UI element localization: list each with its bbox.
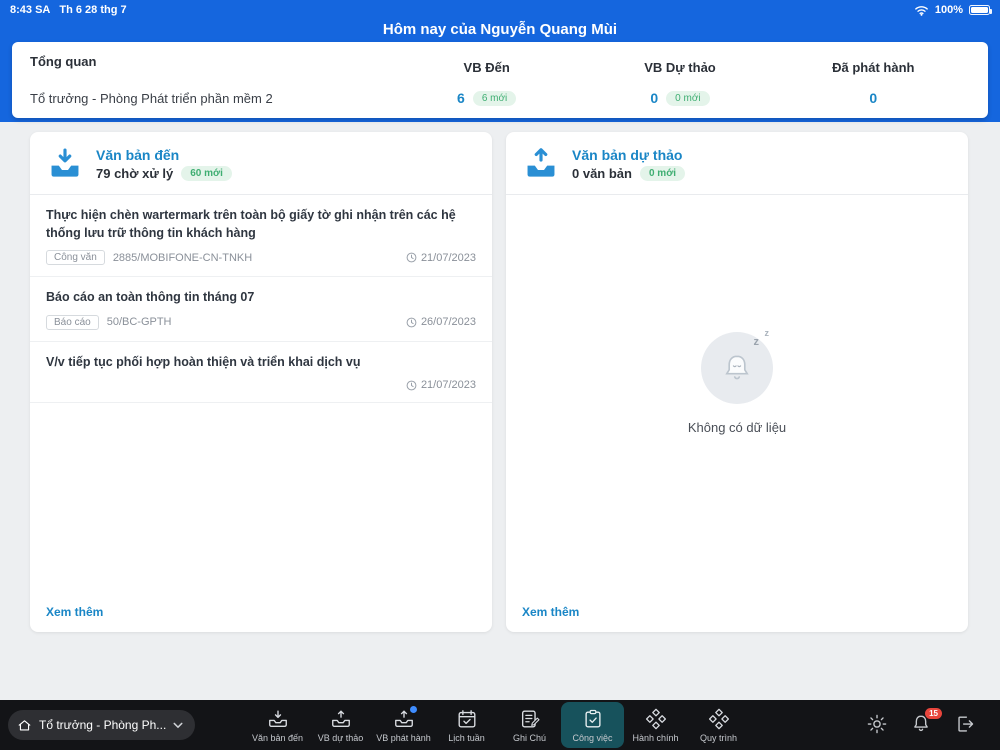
document-type-badge: Báo cáo (46, 314, 99, 330)
nav-label: Lịch tuần (448, 732, 485, 743)
document-title: Báo cáo an toàn thông tin tháng 07 (46, 290, 255, 304)
nav-label: Hành chính (632, 732, 679, 743)
nav-label: VB dự thảo (317, 732, 364, 743)
overview-card: Tổng quan Tổ trưởng - Phòng Phát triển p… (12, 42, 988, 118)
chevron-down-icon (173, 722, 183, 729)
document-title: V/v tiếp tục phối hợp hoàn thiện và triể… (46, 354, 361, 369)
nav-item-hanh-chinh[interactable]: Hành chính (624, 702, 687, 748)
stat-vb-du-thao: VB Dự thảo 0 0 mới (583, 54, 776, 106)
modules-diamonds-icon (645, 708, 667, 730)
notification-count-badge: 15 (925, 708, 942, 719)
role-selector-label: Tổ trưởng - Phòng Ph... (39, 718, 167, 732)
role-selector-dropdown[interactable]: Tổ trưởng - Phòng Ph... (8, 710, 196, 740)
overview-title: Tổng quan (30, 54, 97, 69)
pending-count: 79 chờ xử lý (96, 166, 174, 181)
clock-icon (406, 252, 417, 263)
notification-dot (409, 705, 417, 713)
status-date: Th 6 28 thg 7 (59, 4, 127, 16)
home-icon (17, 718, 32, 733)
logout-icon[interactable] (954, 713, 978, 737)
nav-item-cong-viec[interactable]: Công việc (561, 702, 624, 748)
document-ref: 2885/MOBIFONE-CN-TNKH (112, 251, 253, 264)
document-date: 26/07/2023 (420, 316, 476, 328)
app-screen: 8:43 SA Th 6 28 thg 7 100% Hôm nay của N… (0, 0, 1000, 750)
settings-gear-icon[interactable] (866, 713, 890, 737)
nav-item-quy-trinh[interactable]: Quy trình (687, 702, 750, 748)
document-row[interactable]: Thực hiện chèn wartermark trên toàn bộ g… (30, 195, 492, 277)
status-bar: 8:43 SA Th 6 28 thg 7 100% (0, 0, 1000, 20)
wifi-icon (914, 5, 929, 16)
workflow-diamonds-icon (708, 708, 730, 730)
empty-state-text: Không có dữ liệu (687, 420, 787, 435)
nav-label: VB phát hành (376, 732, 431, 743)
card-title: Văn bản đến (96, 147, 180, 163)
document-row[interactable]: V/v tiếp tục phối hợp hoàn thiện và triể… (30, 342, 492, 403)
battery-percent: 100% (934, 4, 963, 16)
bottom-navigation: Tổ trưởng - Phòng Ph... Văn bản đến VB d… (0, 700, 1000, 750)
page-title: Hôm nay của Nguyễn Quang Mùi (382, 21, 618, 38)
battery-icon (969, 5, 992, 15)
stat-label: Đã phát hành (832, 60, 915, 75)
notifications-bell-icon[interactable]: 15 (910, 708, 942, 737)
stat-da-phat-hanh: Đã phát hành 0 (777, 54, 970, 106)
nav-item-van-ban-den[interactable]: Văn bản đến (246, 702, 309, 748)
document-type-badge: Công văn (46, 250, 105, 265)
nav-item-lich-tuan[interactable]: Lịch tuần (435, 702, 498, 748)
document-row[interactable]: Báo cáo an toàn thông tin tháng 07 Báo c… (30, 277, 492, 342)
nav-label: Ghi Chú (512, 732, 547, 743)
stat-value: 0 (650, 90, 659, 106)
stat-label: VB Dự thảo (644, 60, 716, 75)
document-date: 21/07/2023 (420, 251, 476, 264)
nav-label: Công việc (572, 732, 613, 743)
draft-documents-card: Văn bản dự thảo 0 văn bản 0 mới z z Khôn… (506, 132, 968, 632)
document-ref: 50/BC-GPTH (106, 316, 172, 328)
stat-vb-den: VB Đến 6 6 mới (390, 54, 583, 106)
nav-label: Văn bản đến (251, 732, 304, 743)
status-time: 8:43 SA (10, 4, 51, 16)
incoming-documents-card: Văn bản đến 79 chờ xử lý 60 mới Thực hiệ… (30, 132, 492, 632)
overview-role-subtitle: Tổ trưởng - Phòng Phát triển phần mềm 2 (30, 91, 273, 106)
note-pencil-icon (519, 708, 541, 730)
nav-label: Quy trình (699, 732, 737, 743)
clock-icon (406, 317, 417, 328)
new-count-badge: 60 mới (181, 166, 232, 181)
stat-value: 6 (457, 90, 465, 106)
inbox-arrow-down-icon (267, 708, 289, 730)
nav-item-ghi-chu[interactable]: Ghi Chú (498, 702, 561, 748)
empty-state: z z Không có dữ liệu (506, 135, 968, 632)
document-title: Thực hiện chèn wartermark trên toàn bộ g… (46, 208, 456, 240)
sleeping-bell-icon: z z (701, 328, 773, 404)
inbox-arrow-down-icon (46, 145, 84, 183)
nav-item-vb-du-thao[interactable]: VB dự thảo (309, 702, 372, 748)
stat-badge: 0 mới (666, 90, 710, 106)
document-date: 21/07/2023 (420, 379, 476, 391)
nav-item-vb-phat-hanh[interactable]: VB phát hành (372, 702, 435, 748)
inbox-arrow-up-icon (330, 708, 352, 730)
clipboard-check-icon (582, 708, 604, 730)
see-more-link[interactable]: Xem thêm (522, 605, 579, 619)
see-more-link[interactable]: Xem thêm (46, 605, 103, 619)
stat-label: VB Đến (463, 60, 510, 75)
inbox-arrow-up-icon (393, 705, 417, 730)
stat-value: 0 (869, 90, 878, 106)
stat-badge: 6 mới (472, 90, 517, 106)
clock-icon (406, 380, 417, 391)
calendar-check-icon (456, 708, 478, 730)
